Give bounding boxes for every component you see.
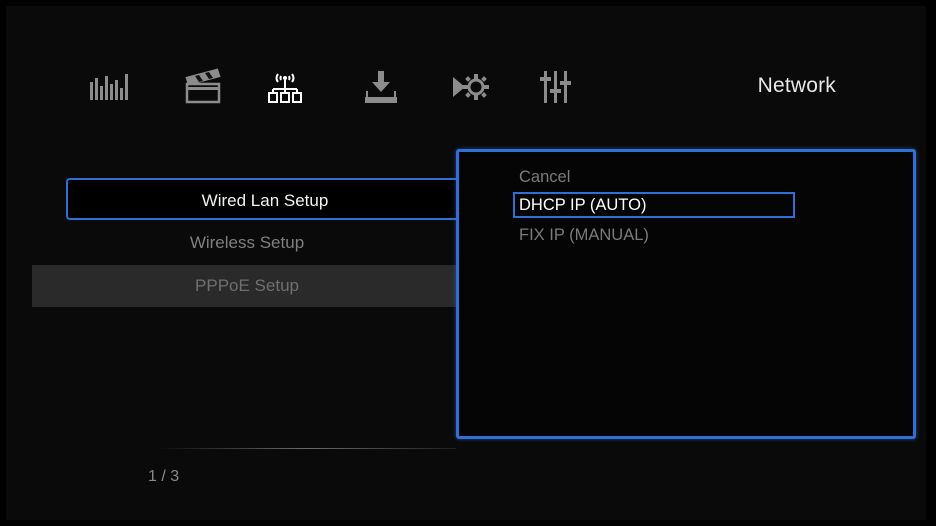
- gear-arrow-icon[interactable]: [446, 64, 496, 110]
- equalizer-icon[interactable]: [86, 64, 136, 110]
- network-icon[interactable]: [260, 64, 310, 110]
- download-icon[interactable]: [356, 64, 406, 110]
- page-title: Network: [757, 74, 836, 97]
- screen: Network Wired Lan Setup Wireless Setup P…: [6, 6, 926, 520]
- clapperboard-icon[interactable]: [178, 64, 228, 110]
- popup-option-dhcp[interactable]: DHCP IP (AUTO): [513, 192, 795, 218]
- sliders-icon[interactable]: [530, 64, 580, 110]
- ip-mode-popup: Cancel DHCP IP (AUTO) FIX IP (MANUAL): [456, 149, 916, 439]
- menu-item-pppoe-setup[interactable]: PPPoE Setup: [32, 265, 462, 307]
- popup-option-fix-ip[interactable]: FIX IP (MANUAL): [515, 222, 797, 248]
- page-counter: 1 / 3: [148, 468, 180, 485]
- menu-item-wired-lan-setup[interactable]: Wired Lan Setup: [66, 178, 462, 220]
- popup-option-cancel[interactable]: Cancel: [515, 164, 797, 190]
- footer-divider: [156, 448, 456, 449]
- menu-item-wireless-setup[interactable]: Wireless Setup: [32, 222, 462, 264]
